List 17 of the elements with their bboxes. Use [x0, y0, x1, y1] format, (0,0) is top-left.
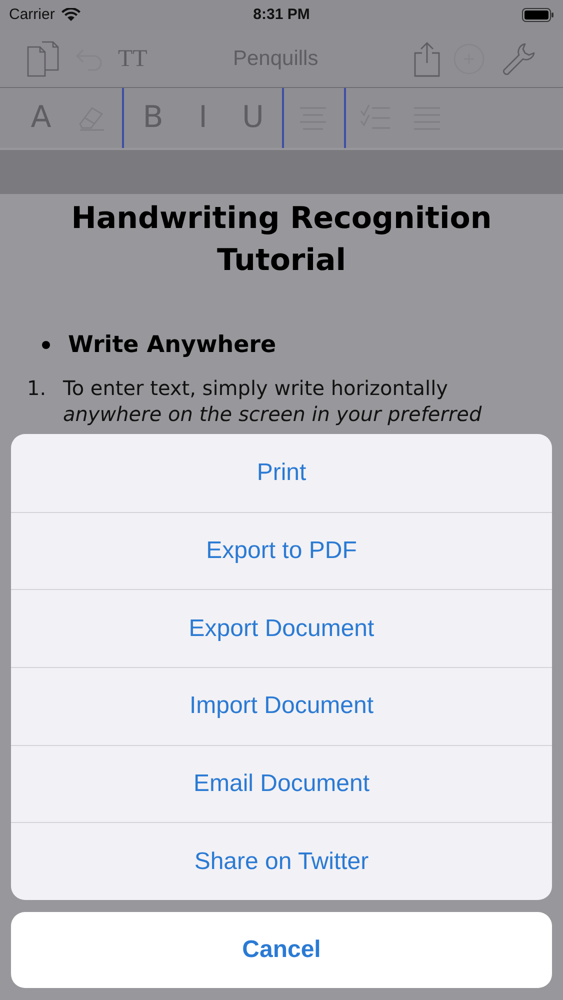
- action-item[interactable]: Export to PDF: [11, 512, 552, 590]
- action-item[interactable]: Email Document: [11, 744, 552, 822]
- wifi-icon: [60, 8, 81, 22]
- wrench-icon[interactable]: [501, 40, 537, 76]
- bullet-heading: Write Anywhere: [68, 331, 276, 360]
- clock-time: 8:31 PM: [253, 4, 310, 25]
- list-item-text: To enter text, simply write horizontally anywhere on the screen in your preferred: [63, 374, 483, 426]
- action-item[interactable]: Import Document: [11, 667, 552, 745]
- action-item[interactable]: Export Document: [11, 589, 552, 668]
- carrier-name: Carrier: [9, 4, 55, 25]
- share-icon[interactable]: [413, 40, 441, 76]
- action-item[interactable]: Print: [11, 434, 552, 512]
- battery-icon: [522, 8, 554, 22]
- list-number: 1.: [26, 374, 48, 402]
- document-title: Handwriting Recognition Tutorial: [70, 200, 493, 280]
- action-item[interactable]: Share on Twitter: [11, 822, 552, 900]
- cancel-button[interactable]: Cancel: [11, 912, 552, 988]
